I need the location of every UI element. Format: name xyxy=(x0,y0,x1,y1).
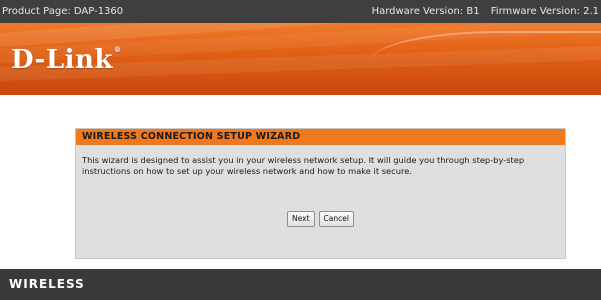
footer-bar: WIRELESS xyxy=(0,269,601,300)
wizard-title: WIRELESS CONNECTION SETUP WIZARD xyxy=(76,129,565,145)
product-info-bar: Product Page: DAP-1360 Hardware Version:… xyxy=(0,0,601,23)
setup-wizard-panel: WIRELESS CONNECTION SETUP WIZARD This wi… xyxy=(75,128,566,259)
firmware-version: Firmware Version: 2.1 xyxy=(490,6,599,17)
registered-mark: ® xyxy=(113,45,122,54)
footer-wireless-label: WIRELESS xyxy=(9,277,85,291)
logo-text: D-Link xyxy=(11,45,113,75)
header-banner: D-Link® xyxy=(0,23,601,95)
cancel-button[interactable]: Cancel xyxy=(318,211,354,227)
wizard-description: This wizard is designed to assist you in… xyxy=(76,145,565,177)
wizard-description-line-1: This wizard is designed to assist you in… xyxy=(82,155,525,165)
wizard-description-line-2: instructions on how to set up your wirel… xyxy=(82,166,412,176)
product-page-label: Product Page: DAP-1360 xyxy=(2,6,124,17)
banner-swoosh xyxy=(371,31,601,91)
router-setup-page: Product Page: DAP-1360 Hardware Version:… xyxy=(0,0,601,300)
wizard-buttons: Next Cancel xyxy=(76,211,565,227)
next-button[interactable]: Next xyxy=(287,211,315,227)
hardware-version: Hardware Version: B1 xyxy=(371,6,480,17)
dlink-logo: D-Link® xyxy=(11,45,121,75)
version-info: Hardware Version: B1 Firmware Version: 2… xyxy=(372,0,599,23)
main-content: WIRELESS CONNECTION SETUP WIZARD This wi… xyxy=(0,95,601,269)
